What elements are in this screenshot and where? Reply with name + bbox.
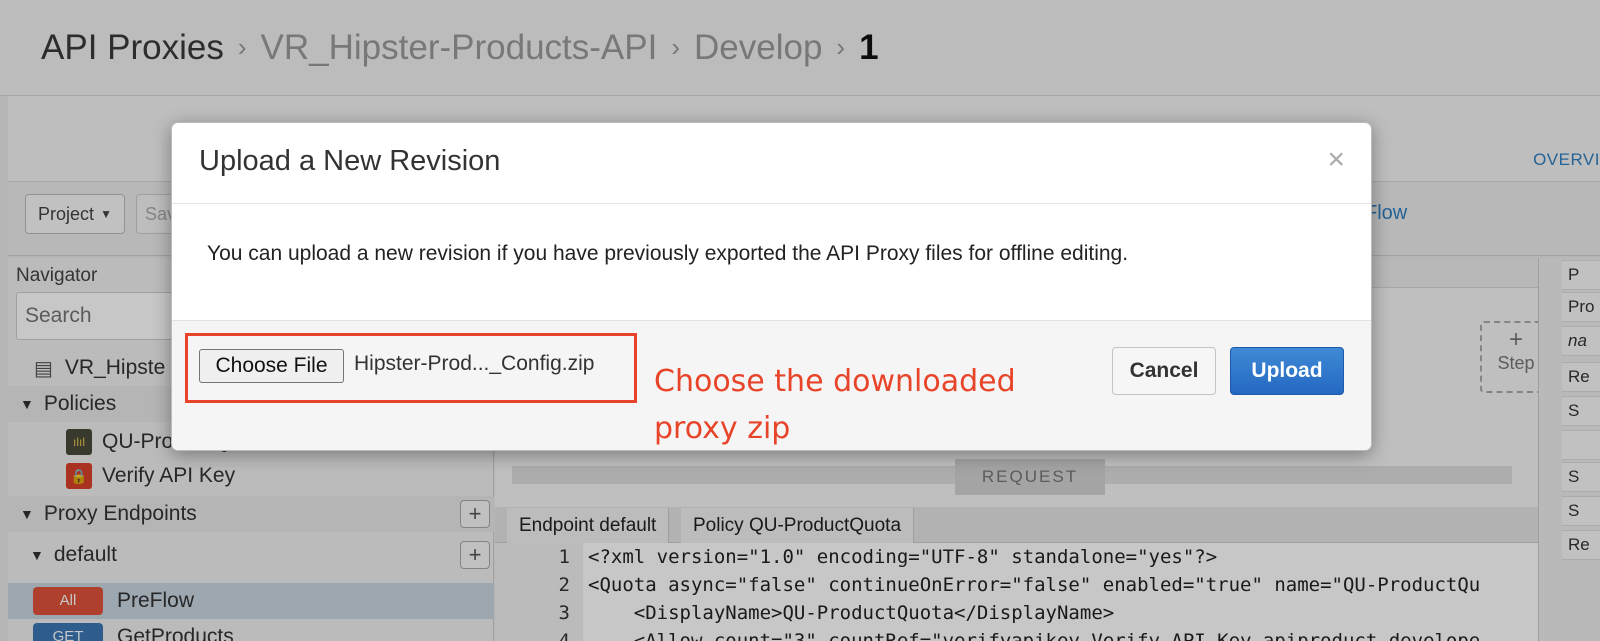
cancel-button[interactable]: Cancel xyxy=(1112,347,1216,395)
close-icon[interactable]: × xyxy=(1327,143,1345,177)
dialog-title: Upload a New Revision xyxy=(199,145,501,177)
annotation-line: proxy zip xyxy=(654,411,791,446)
upload-button[interactable]: Upload xyxy=(1230,347,1344,395)
annotation-line: Choose the downloaded xyxy=(654,364,1016,399)
annotation-text: Choose the downloaded proxy zip xyxy=(654,358,1054,452)
choose-file-button[interactable]: Choose File xyxy=(199,349,344,383)
dialog-header: Upload a New Revision × xyxy=(172,123,1371,204)
dialog-body: You can upload a new revision if you hav… xyxy=(172,204,1371,320)
dialog-message: You can upload a new revision if you hav… xyxy=(207,242,1129,265)
selected-file-name: Hipster-Prod..._Config.zip xyxy=(354,352,595,375)
